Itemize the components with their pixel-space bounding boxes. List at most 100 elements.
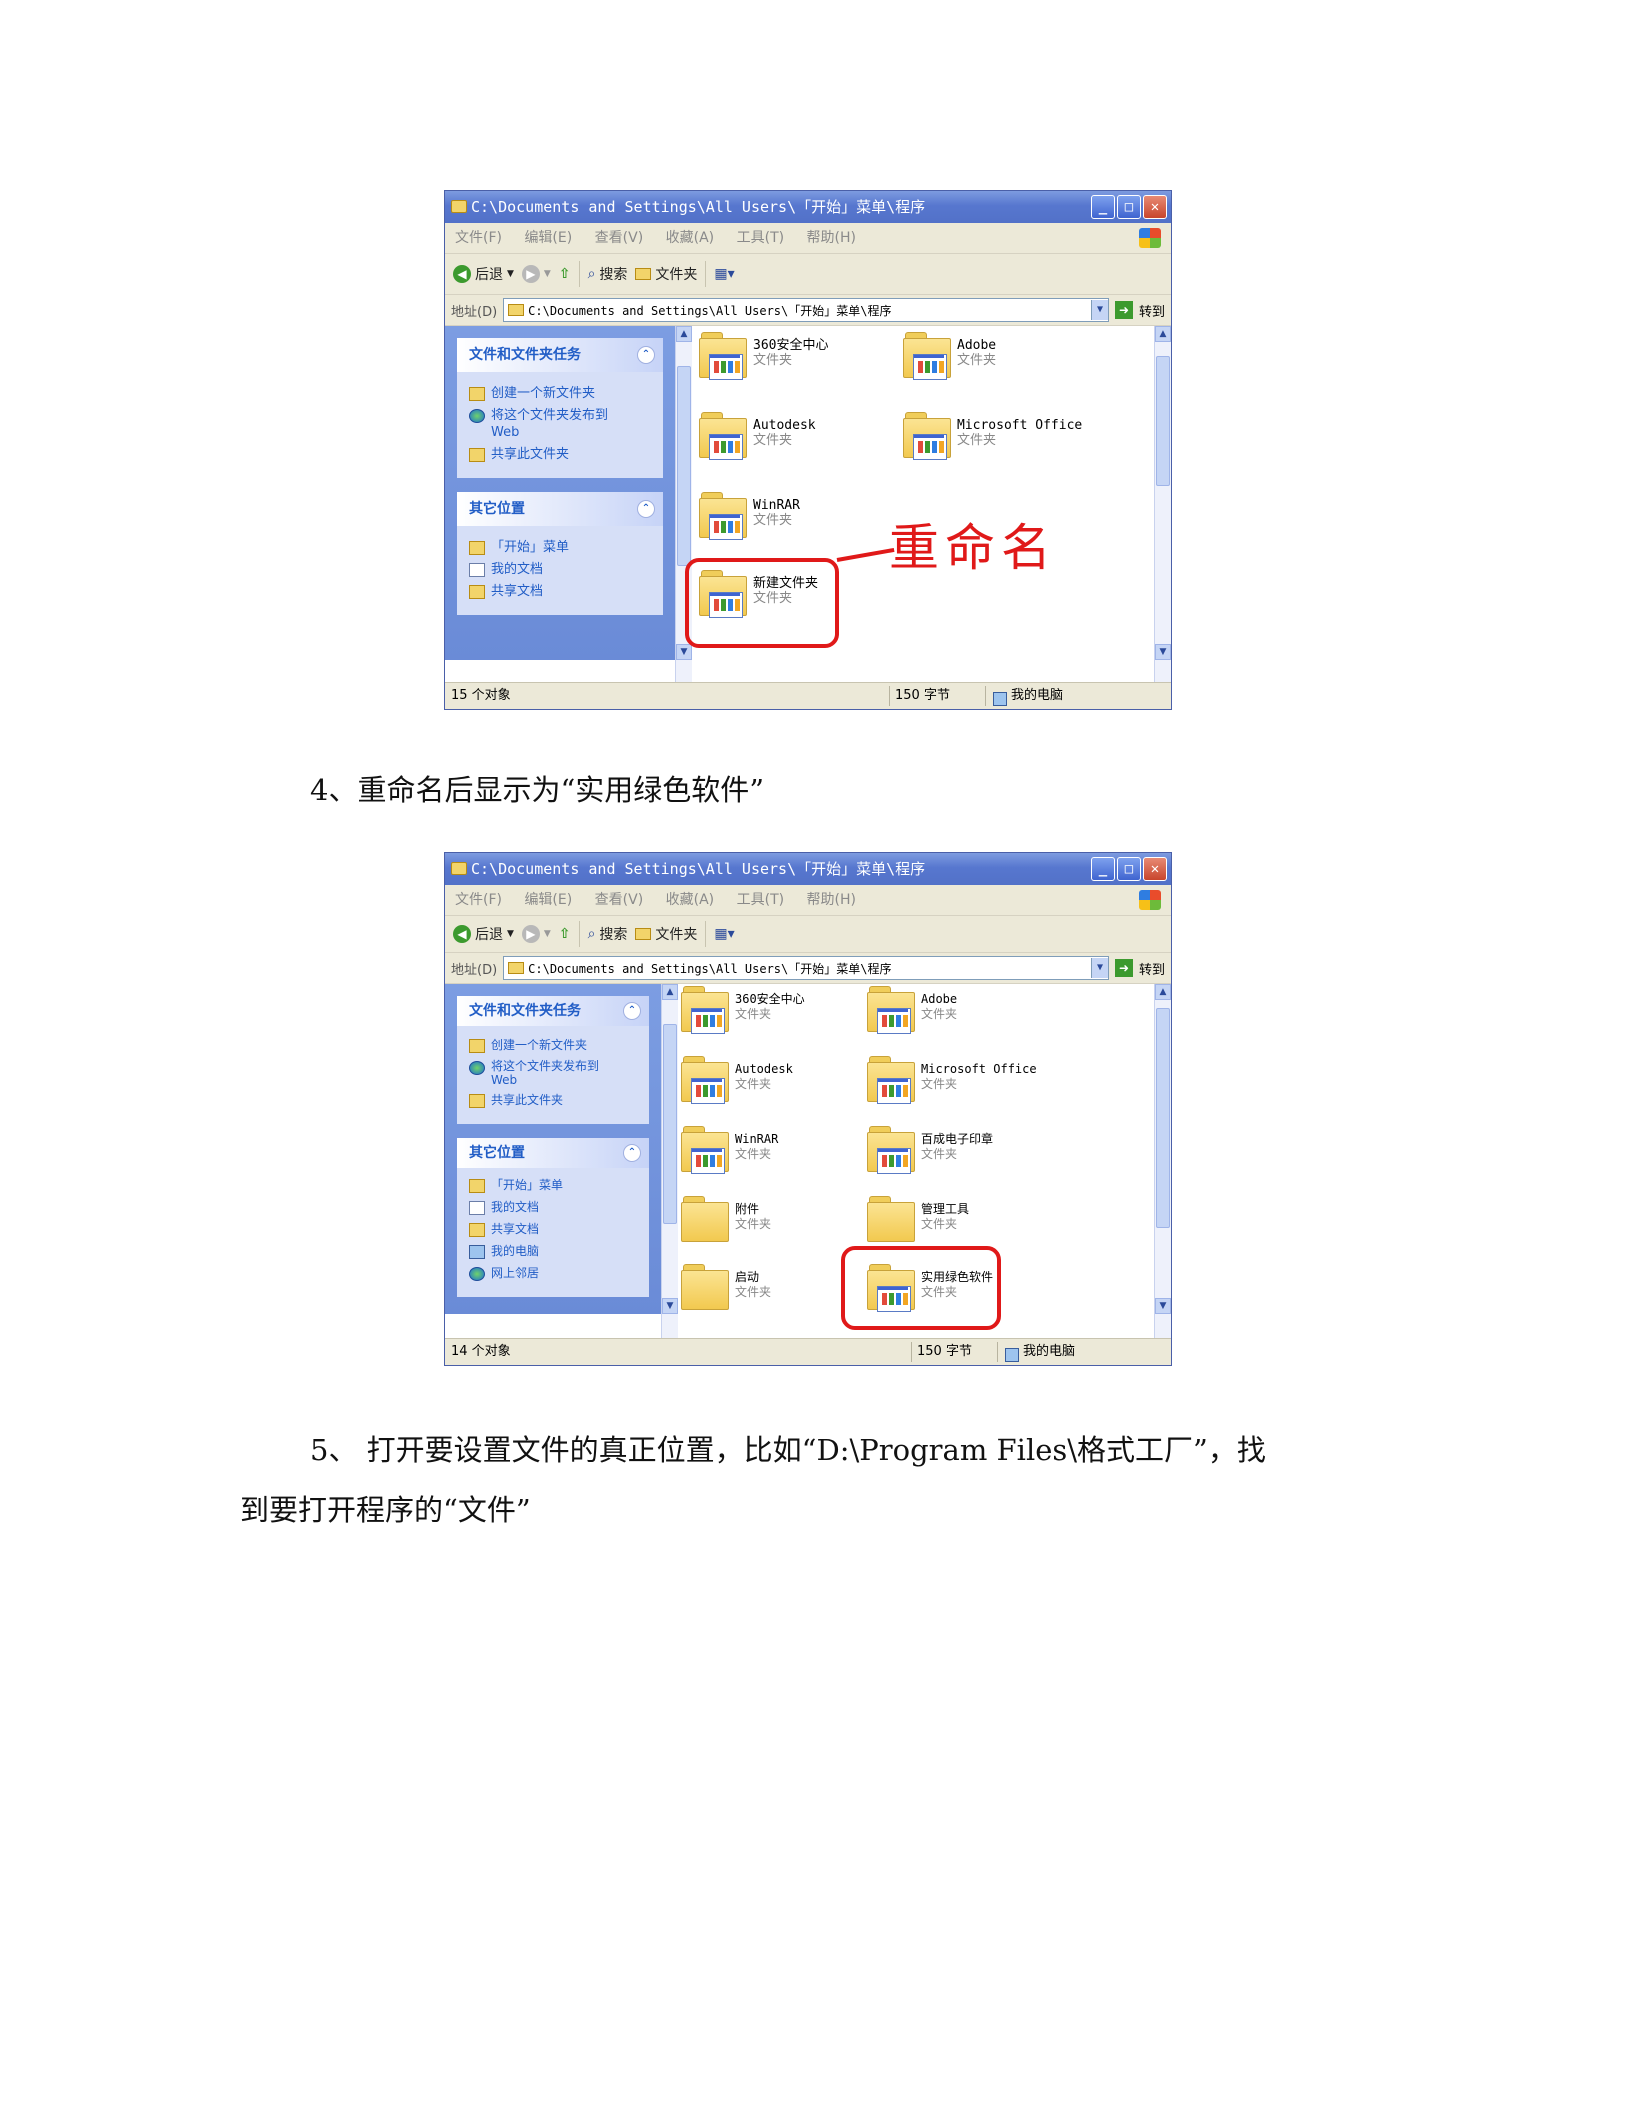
close-button[interactable]: ✕	[1143, 195, 1167, 219]
folder-item[interactable]: WinRAR 文件夹	[681, 1126, 778, 1176]
task-share-folder[interactable]: 共享此文件夹	[469, 1092, 639, 1109]
place-label: 我的文档	[491, 1200, 540, 1214]
up-folder-icon[interactable]: ⇧	[559, 266, 571, 282]
folders-button[interactable]: 文件夹	[635, 264, 697, 284]
folder-item[interactable]: 管理工具 文件夹	[867, 1196, 969, 1246]
panel-header[interactable]: 其它位置 ⌃	[457, 492, 663, 526]
close-button[interactable]: ✕	[1143, 857, 1167, 881]
right-scrollbar[interactable]: ▲ ▼	[1154, 326, 1171, 686]
scroll-down-icon[interactable]: ▼	[676, 644, 692, 660]
forward-button[interactable]: ▶ ▼	[521, 925, 551, 943]
address-field[interactable]: C:\Documents and Settings\All Users\「开始」…	[503, 956, 1109, 980]
right-scrollbar[interactable]: ▲ ▼	[1154, 984, 1171, 1340]
scroll-thumb[interactable]	[1156, 1008, 1170, 1228]
menu-favorites[interactable]: 收藏(A)	[666, 230, 715, 246]
task-publish-web[interactable]: 将这个文件夹发布到 Web	[469, 407, 653, 441]
scroll-thumb[interactable]	[1156, 356, 1170, 486]
menu-tools[interactable]: 工具(T)	[737, 230, 784, 246]
scroll-thumb[interactable]	[663, 1024, 677, 1224]
scroll-up-icon[interactable]: ▲	[1155, 326, 1171, 342]
back-button[interactable]: ◀ 后退 ▼	[453, 924, 514, 944]
views-icon[interactable]: ▦▾	[714, 926, 734, 942]
address-field[interactable]: C:\Documents and Settings\All Users\「开始」…	[503, 298, 1109, 322]
views-icon[interactable]: ▦▾	[714, 266, 734, 282]
chevron-down-icon[interactable]: ▼	[1090, 958, 1108, 978]
menu-tools[interactable]: 工具(T)	[737, 892, 784, 908]
folder-item[interactable]: Autodesk 文件夹	[699, 412, 816, 462]
up-folder-icon[interactable]: ⇧	[559, 926, 571, 942]
scroll-down-icon[interactable]: ▼	[1155, 1298, 1171, 1314]
folder-item[interactable]: 360安全中心 文件夹	[699, 332, 828, 382]
folder-item[interactable]: 启动 文件夹	[681, 1264, 771, 1314]
collapse-icon[interactable]: ⌃	[623, 1002, 641, 1020]
folder-item[interactable]: 附件 文件夹	[681, 1196, 771, 1246]
menu-edit[interactable]: 编辑(E)	[524, 230, 572, 246]
place-start-menu[interactable]: 「开始」菜单	[469, 539, 653, 556]
share-folder-icon	[469, 448, 485, 462]
panel-header[interactable]: 文件和文件夹任务 ⌃	[457, 996, 649, 1026]
title-bar[interactable]: C:\Documents and Settings\All Users\「开始」…	[445, 191, 1171, 223]
place-my-computer[interactable]: 我的电脑	[469, 1243, 639, 1260]
place-shared-documents[interactable]: 共享文档	[469, 1221, 639, 1238]
menu-view[interactable]: 查看(V)	[595, 230, 644, 246]
menu-file[interactable]: 文件(F)	[455, 230, 502, 246]
place-network[interactable]: 网上邻居	[469, 1265, 639, 1282]
scroll-down-icon[interactable]: ▼	[662, 1298, 678, 1314]
menu-help[interactable]: 帮助(H)	[807, 892, 856, 908]
collapse-icon[interactable]: ⌃	[637, 500, 655, 518]
folder-item[interactable]: Adobe 文件夹	[867, 986, 957, 1036]
panel-header[interactable]: 文件和文件夹任务 ⌃	[457, 338, 663, 372]
search-icon: ⌕	[587, 266, 596, 282]
menu-view[interactable]: 查看(V)	[595, 892, 644, 908]
scroll-up-icon[interactable]: ▲	[662, 984, 678, 1000]
place-my-documents[interactable]: 我的文档	[469, 1199, 639, 1216]
maximize-button[interactable]: □	[1117, 857, 1141, 881]
collapse-icon[interactable]: ⌃	[637, 346, 655, 364]
place-my-documents[interactable]: 我的文档	[469, 561, 653, 578]
chevron-down-icon[interactable]: ▼	[1090, 300, 1108, 320]
scroll-thumb[interactable]	[677, 366, 691, 566]
left-scrollbar[interactable]: ▲ ▼	[661, 984, 678, 1340]
folder-item[interactable]: WinRAR 文件夹	[699, 492, 800, 542]
dropdown-arrow-icon[interactable]: ▼	[507, 929, 514, 939]
folder-item[interactable]: Autodesk 文件夹	[681, 1056, 793, 1106]
menu-favorites[interactable]: 收藏(A)	[666, 892, 715, 908]
maximize-button[interactable]: □	[1117, 195, 1141, 219]
task-share-folder[interactable]: 共享此文件夹	[469, 446, 653, 463]
go-arrow-icon[interactable]: ➜	[1114, 301, 1133, 319]
scroll-up-icon[interactable]: ▲	[676, 326, 692, 342]
place-shared-documents[interactable]: 共享文档	[469, 583, 653, 600]
folder-item[interactable]: Microsoft Office 文件夹	[903, 412, 1082, 462]
forward-button[interactable]: ▶ ▼	[521, 265, 551, 283]
menu-file[interactable]: 文件(F)	[455, 892, 502, 908]
window-title: C:\Documents and Settings\All Users\「开始」…	[471, 860, 926, 878]
minimize-button[interactable]: _	[1091, 857, 1115, 881]
task-new-folder[interactable]: 创建一个新文件夹	[469, 385, 653, 402]
dropdown-arrow-icon[interactable]: ▼	[544, 269, 551, 279]
place-start-menu[interactable]: 「开始」菜单	[469, 1177, 639, 1194]
folder-item[interactable]: 360安全中心 文件夹	[681, 986, 805, 1036]
go-arrow-icon[interactable]: ➜	[1114, 959, 1133, 977]
scroll-up-icon[interactable]: ▲	[1155, 984, 1171, 1000]
dropdown-arrow-icon[interactable]: ▼	[507, 269, 514, 279]
task-new-folder[interactable]: 创建一个新文件夹	[469, 1037, 639, 1054]
title-bar[interactable]: C:\Documents and Settings\All Users\「开始」…	[445, 853, 1171, 885]
menu-edit[interactable]: 编辑(E)	[524, 892, 572, 908]
menu-help[interactable]: 帮助(H)	[807, 230, 856, 246]
search-button[interactable]: ⌕ 搜索	[588, 924, 628, 944]
go-button[interactable]: 转到	[1139, 301, 1165, 320]
minimize-button[interactable]: _	[1091, 195, 1115, 219]
folder-item[interactable]: Microsoft Office 文件夹	[867, 1056, 1037, 1106]
folder-item[interactable]: 百成电子印章 文件夹	[867, 1126, 993, 1176]
search-button[interactable]: ⌕ 搜索	[588, 264, 628, 284]
task-publish-web[interactable]: 将这个文件夹发布到 Web	[469, 1059, 639, 1087]
collapse-icon[interactable]: ⌃	[623, 1144, 641, 1162]
task-pane: 文件和文件夹任务 ⌃ 创建一个新文件夹 将这个文件夹发布到 Web 共享此文件夹…	[445, 984, 661, 1314]
scroll-down-icon[interactable]: ▼	[1155, 644, 1171, 660]
back-button[interactable]: ◀ 后退 ▼	[453, 264, 514, 284]
panel-header[interactable]: 其它位置 ⌃	[457, 1138, 649, 1168]
go-button[interactable]: 转到	[1139, 959, 1165, 978]
dropdown-arrow-icon[interactable]: ▼	[544, 929, 551, 939]
folder-item[interactable]: Adobe 文件夹	[903, 332, 996, 382]
folders-button[interactable]: 文件夹	[635, 924, 697, 944]
